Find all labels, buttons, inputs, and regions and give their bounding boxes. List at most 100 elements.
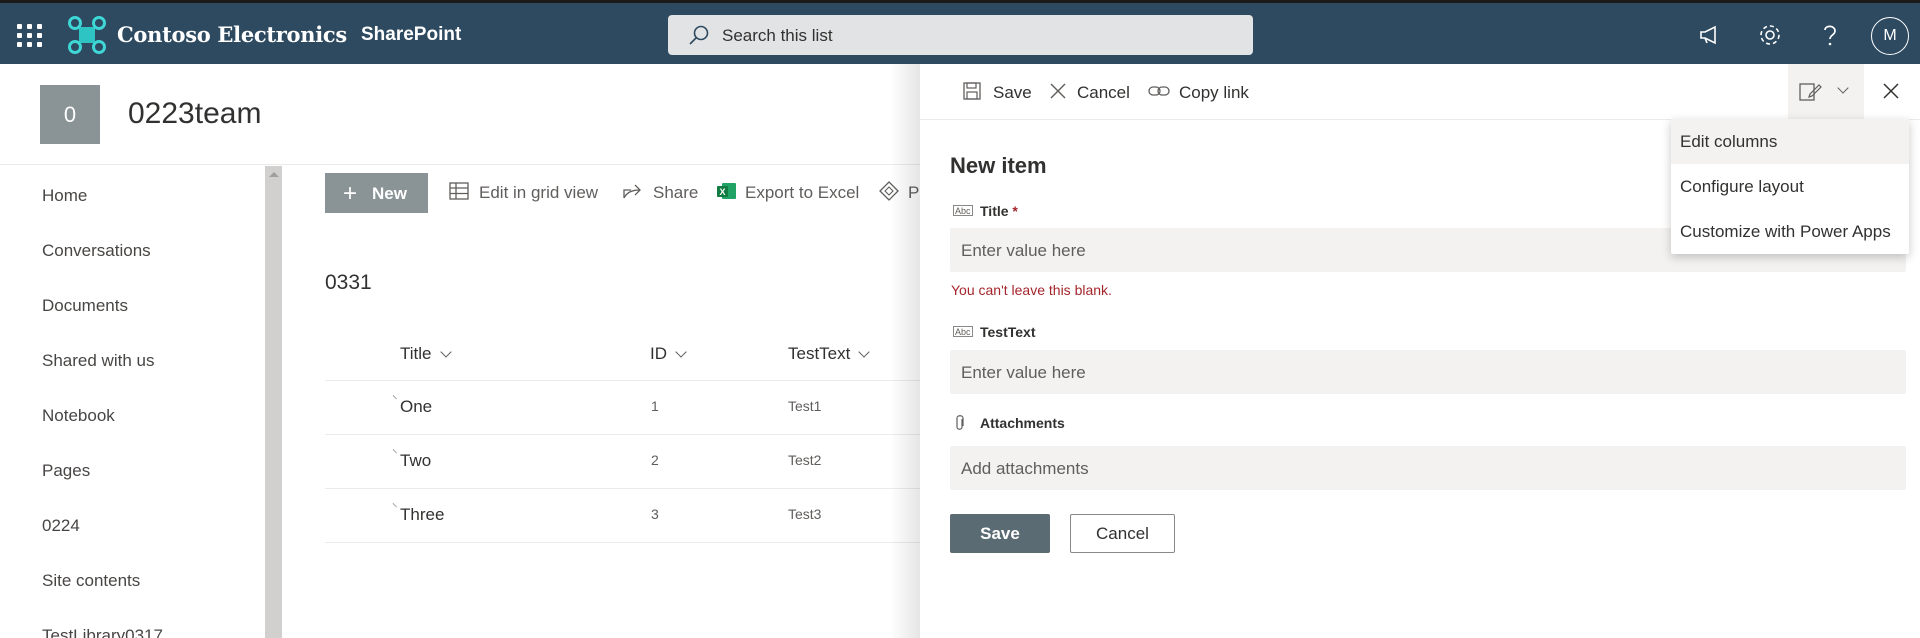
- contoso-logo-icon: [68, 16, 106, 54]
- list-title[interactable]: 0331: [325, 271, 372, 295]
- nav-scrollbar[interactable]: [265, 166, 282, 638]
- nav-item-conversations[interactable]: Conversations: [42, 241, 151, 261]
- view-dropdown-menu: Edit columns Configure layout Customize …: [1671, 119, 1909, 254]
- loading-spinner-icon: ⸌: [392, 502, 398, 514]
- testtext-field[interactable]: Enter value here: [950, 350, 1906, 394]
- chevron-down-icon: [675, 346, 687, 358]
- gear-icon[interactable]: [1756, 21, 1784, 49]
- text-field-icon: Abc: [953, 205, 973, 216]
- row-divider: [325, 542, 925, 543]
- required-asterisk: *: [1012, 203, 1018, 219]
- title-field-label-text: Title: [980, 203, 1009, 219]
- column-header-testtext-label: TestText: [788, 344, 851, 363]
- edit-grid-button[interactable]: Edit in grid view: [479, 183, 598, 203]
- row-title-cell[interactable]: ⸌ Two: [392, 448, 431, 471]
- row-divider: [325, 380, 925, 381]
- link-icon: [1148, 86, 1170, 96]
- menu-item-label: Configure layout: [1680, 177, 1804, 196]
- edit-form-icon: [1799, 83, 1822, 101]
- nav-item-documents[interactable]: Documents: [42, 296, 128, 316]
- nav-item-pages[interactable]: Pages: [42, 461, 90, 481]
- panel-shadow: [890, 64, 920, 638]
- close-icon[interactable]: [1880, 80, 1902, 102]
- attachments-label: Attachments: [980, 415, 1065, 431]
- row-id-cell: 1: [651, 398, 659, 414]
- chevron-down-icon: [439, 346, 452, 358]
- row-title-text[interactable]: Two: [400, 451, 431, 470]
- title-field-placeholder: Enter value here: [961, 241, 1086, 260]
- testtext-field-label: TestText: [980, 324, 1036, 340]
- add-attachments-field[interactable]: Add attachments: [950, 446, 1906, 490]
- search-input[interactable]: Search this list: [722, 26, 833, 46]
- row-title-cell[interactable]: ⸌ One: [392, 394, 432, 417]
- copy-link-button[interactable]: Copy link: [1179, 83, 1249, 103]
- save-button[interactable]: Save: [950, 514, 1050, 553]
- menu-item-label: Customize with Power Apps: [1680, 222, 1891, 241]
- add-attachments-text[interactable]: Add attachments: [961, 459, 1089, 479]
- scroll-up-arrow-icon[interactable]: [269, 172, 279, 177]
- row-id-cell: 2: [651, 452, 659, 468]
- testtext-field-placeholder: Enter value here: [961, 363, 1086, 382]
- new-button[interactable]: + New: [325, 173, 428, 213]
- chevron-down-icon[interactable]: [1837, 82, 1849, 94]
- share-icon: [623, 184, 641, 199]
- loading-spinner-icon: ⸌: [392, 394, 398, 406]
- column-header-testtext[interactable]: TestText: [788, 344, 871, 364]
- menu-item-edit-columns[interactable]: Edit columns: [1671, 119, 1909, 164]
- site-logo[interactable]: 0: [40, 85, 100, 144]
- column-header-id-label: ID: [650, 344, 667, 363]
- megaphone-icon[interactable]: [1696, 21, 1724, 49]
- row-title-cell[interactable]: ⸌ Three: [392, 502, 444, 525]
- row-title-text[interactable]: One: [400, 397, 432, 416]
- text-field-icon: Abc: [953, 326, 973, 337]
- panel-cancel-button[interactable]: Cancel: [1077, 83, 1130, 103]
- nav-item-site-contents[interactable]: Site contents: [42, 571, 140, 591]
- row-title-text[interactable]: Three: [400, 505, 444, 524]
- chevron-down-icon: [858, 346, 871, 358]
- app-name[interactable]: SharePoint: [361, 24, 461, 46]
- nav-item-0224[interactable]: 0224: [42, 516, 80, 536]
- svg-text:X: X: [719, 187, 725, 197]
- column-header-title[interactable]: Title: [400, 344, 452, 364]
- avatar[interactable]: M: [1871, 17, 1909, 55]
- help-icon[interactable]: [1816, 21, 1844, 49]
- row-testtext-cell: Test1: [788, 398, 822, 414]
- waffle-icon[interactable]: [14, 21, 42, 49]
- suite-bar: Contoso Electronics SharePoint Search th…: [0, 0, 1920, 64]
- column-header-title-label: Title: [400, 344, 432, 363]
- row-divider: [325, 488, 925, 489]
- plus-icon: +: [343, 180, 358, 207]
- share-button[interactable]: Share: [653, 183, 698, 203]
- export-excel-button[interactable]: Export to Excel: [745, 183, 859, 203]
- nav-item-shared-with-us[interactable]: Shared with us: [42, 351, 154, 371]
- nav-item-testlibrary0317[interactable]: TestLibrary0317: [42, 626, 163, 638]
- cancel-button[interactable]: Cancel: [1070, 514, 1175, 553]
- excel-icon: X: [717, 183, 736, 199]
- nav-item-home[interactable]: Home: [42, 186, 87, 206]
- panel-command-bar: Save Cancel Copy link: [920, 64, 1920, 120]
- row-testtext-cell: Test3: [788, 506, 822, 522]
- menu-item-configure-layout[interactable]: Configure layout: [1671, 164, 1909, 209]
- row-testtext-cell: Test2: [788, 452, 822, 468]
- site-title[interactable]: 0223team: [128, 97, 261, 131]
- cancel-x-icon: [1050, 83, 1066, 99]
- search-box[interactable]: Search this list: [668, 15, 1253, 55]
- brand-name[interactable]: Contoso Electronics: [117, 22, 347, 47]
- menu-item-customize-power-apps[interactable]: Customize with Power Apps: [1671, 209, 1909, 254]
- menu-item-label: Edit columns: [1680, 132, 1778, 151]
- panel-save-button[interactable]: Save: [993, 83, 1032, 103]
- save-icon: [963, 82, 981, 100]
- row-divider: [325, 434, 925, 435]
- header-divider: [0, 164, 920, 165]
- grid-icon: [449, 182, 469, 200]
- row-id-cell: 3: [651, 506, 659, 522]
- view-menu-button[interactable]: [1788, 64, 1864, 119]
- loading-spinner-icon: ⸌: [392, 448, 398, 460]
- title-error-message: You can't leave this blank.: [951, 282, 1112, 298]
- column-header-id[interactable]: ID: [650, 344, 687, 364]
- title-field-label: Title *: [980, 203, 1018, 219]
- panel-heading: New item: [950, 153, 1047, 178]
- nav-item-notebook[interactable]: Notebook: [42, 406, 115, 426]
- left-nav: Home Conversations Documents Shared with…: [0, 166, 265, 638]
- search-icon: [689, 25, 709, 45]
